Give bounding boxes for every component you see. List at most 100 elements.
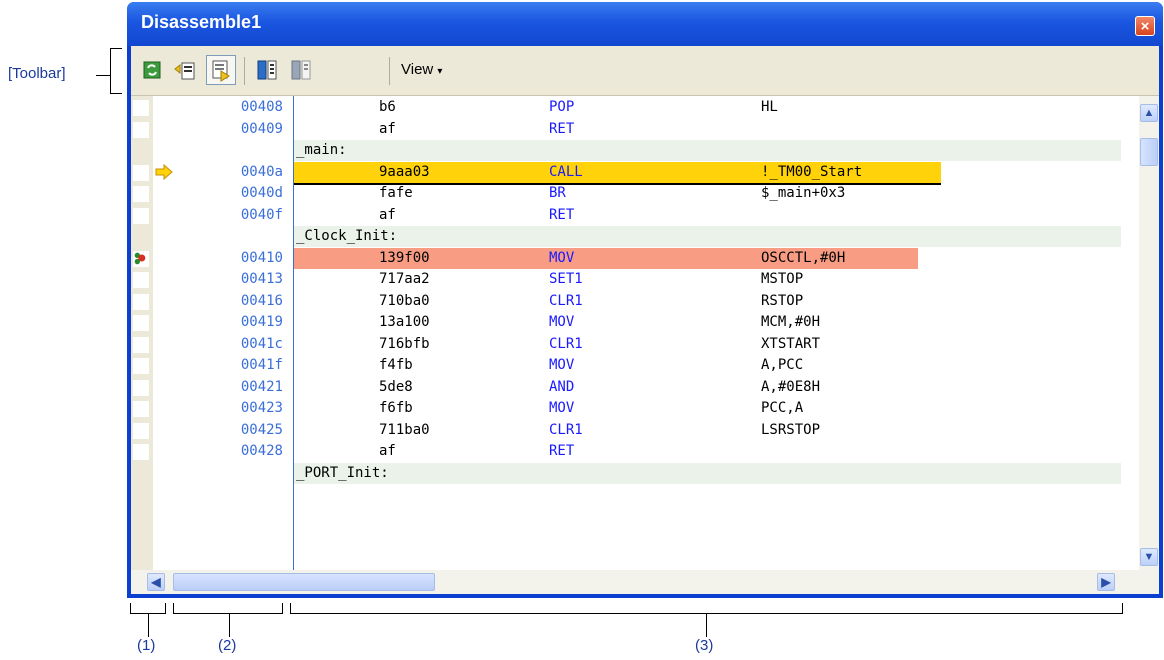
instruction-bytes: 13a100 xyxy=(379,314,430,330)
breakpoint-cell[interactable] xyxy=(133,207,149,224)
breakpoint-cell[interactable] xyxy=(133,315,149,331)
instruction-bytes: fafe xyxy=(379,185,413,201)
step-over-button[interactable] xyxy=(286,55,316,85)
go-to-pc-button[interactable] xyxy=(171,55,201,85)
window-title: Disassemble1 xyxy=(141,12,262,32)
instruction-bytes: af xyxy=(379,443,396,459)
disassembly-row[interactable]: 0040f af RET xyxy=(131,205,1121,226)
step-in-button[interactable] xyxy=(252,55,282,85)
disassembly-row[interactable]: 00410 139f00 MOV OSCCTL,#0H xyxy=(131,247,1121,269)
breakpoint-cell[interactable] xyxy=(133,336,149,353)
breakpoint-cell[interactable] xyxy=(133,272,149,288)
address: 00425 xyxy=(240,421,283,438)
mnemonic: MOV xyxy=(549,249,575,266)
disassembly-row[interactable]: 00421 5de8 AND A,#0E8H xyxy=(131,377,1121,398)
disassembly-row[interactable]: 0040d fafe BR $_main+0x3 xyxy=(131,183,1121,204)
step-over-icon xyxy=(291,60,311,80)
disassembly-row[interactable]: 0041c 716bfb CLR1 XTSTART xyxy=(131,334,1121,355)
mnemonic: AND xyxy=(549,378,575,395)
mnemonic: SET1 xyxy=(549,271,583,287)
mnemonic: CLR1 xyxy=(549,292,583,309)
mnemonic: RET xyxy=(549,443,575,459)
mnemonic: CALL xyxy=(549,163,583,180)
disassembly-row[interactable]: 00413 717aa2 SET1 MSTOP xyxy=(131,269,1121,290)
instruction-bytes: 5de8 xyxy=(379,378,413,395)
display-symbol-button[interactable] xyxy=(206,55,236,85)
instruction-bytes: 9aaa03 xyxy=(379,163,430,180)
close-button[interactable]: × xyxy=(1135,16,1155,36)
disassembly-row[interactable]: 00408 b6 POP HL xyxy=(131,97,1121,118)
instruction-bytes: 717aa2 xyxy=(379,271,430,287)
operand: MCM,#0H xyxy=(761,314,821,330)
go-to-pc-icon xyxy=(174,62,195,80)
horizontal-scroll-thumb[interactable] xyxy=(173,573,435,591)
scroll-up-button[interactable]: ▲ xyxy=(1140,104,1158,122)
address: 0041c xyxy=(240,335,283,352)
breakpoint-cell[interactable] xyxy=(133,164,149,181)
refresh-button[interactable] xyxy=(137,55,167,85)
view-menu-label: View xyxy=(401,61,434,78)
disassembly-row[interactable]: 00409 af RET xyxy=(131,119,1121,140)
breakpoint-cell[interactable] xyxy=(133,379,149,396)
label-row[interactable]: _PORT_Init: xyxy=(294,462,1121,484)
address: 00421 xyxy=(240,378,283,395)
address: 00428 xyxy=(240,443,283,459)
view-menu[interactable]: View ▾ xyxy=(401,61,442,78)
disassembly-row[interactable]: 00419 13a100 MOV MCM,#0H xyxy=(131,312,1121,333)
address: 00409 xyxy=(240,120,283,137)
disassembly-area[interactable]: 00408 b6 POP HL 00409 af RET _main: 0040a 9aaa03 C… xyxy=(131,96,1159,570)
vertical-scroll-thumb[interactable] xyxy=(1140,138,1158,166)
operand: XTSTART xyxy=(761,335,821,352)
breakpoint-cell[interactable] xyxy=(133,444,149,460)
symbol-label: _main: xyxy=(296,142,347,158)
breakpoint-cell[interactable] xyxy=(133,358,149,374)
toolbar-separator xyxy=(244,57,245,85)
area3-annotation: (3) xyxy=(695,637,714,654)
address: 00410 xyxy=(240,249,283,266)
horizontal-scrollbar[interactable]: ◀ ▶ xyxy=(131,570,1159,594)
address: 00416 xyxy=(240,292,283,309)
label-row[interactable]: _Clock_Init: xyxy=(294,226,1121,247)
disassembly-row[interactable]: 00416 710ba0 CLR1 RSTOP xyxy=(131,291,1121,312)
operand: $_main+0x3 xyxy=(761,185,846,201)
scroll-down-button[interactable]: ▼ xyxy=(1140,548,1158,566)
breakpoint-cell[interactable] xyxy=(133,401,149,417)
mnemonic: RET xyxy=(549,120,575,137)
instruction-bytes: af xyxy=(379,120,396,137)
label-row[interactable]: _main: xyxy=(294,140,1121,161)
area2-bracket xyxy=(173,613,283,614)
operand: A,PCC xyxy=(761,357,804,373)
instruction-bytes: 711ba0 xyxy=(379,421,430,438)
title-bar[interactable]: Disassemble1 × xyxy=(127,2,1163,46)
mnemonic: MOV xyxy=(549,357,575,373)
disassembly-row[interactable]: 0040a 9aaa03 CALL !_TM00_Start xyxy=(131,161,1121,185)
breakpoint-cell[interactable] xyxy=(133,121,149,138)
mnemonic: BR xyxy=(549,185,566,201)
display-symbol-icon xyxy=(212,60,230,82)
mnemonic: MOV xyxy=(549,400,575,416)
vertical-scrollbar[interactable]: ▲ ▼ xyxy=(1139,96,1159,570)
scroll-left-button[interactable]: ◀ xyxy=(147,573,165,591)
mnemonic: CLR1 xyxy=(549,421,583,438)
address: 0040d xyxy=(240,185,283,201)
address: 0040a xyxy=(240,163,283,180)
breakpoint-icon[interactable] xyxy=(131,250,149,266)
disassembly-row[interactable]: 00428 af RET xyxy=(131,441,1121,462)
operand: HL xyxy=(761,99,778,115)
operand: !_TM00_Start xyxy=(761,163,863,180)
breakpoint-cell[interactable] xyxy=(133,186,149,202)
disassemble-window: Disassemble1 × View ▾ 00408 b6 POP HL 00… xyxy=(127,2,1163,598)
scroll-right-button[interactable]: ▶ xyxy=(1097,573,1115,591)
operand: A,#0E8H xyxy=(761,378,821,395)
breakpoint-cell[interactable] xyxy=(133,293,149,310)
mnemonic: CLR1 xyxy=(549,335,583,352)
disassembly-row[interactable]: 0041f f4fb MOV A,PCC xyxy=(131,355,1121,376)
breakpoint-cell[interactable] xyxy=(133,422,149,439)
breakpoint-cell[interactable] xyxy=(133,100,149,116)
address: 00413 xyxy=(240,271,283,287)
operand: LSRSTOP xyxy=(761,421,821,438)
disassembly-row[interactable]: 00425 711ba0 CLR1 LSRSTOP xyxy=(131,420,1121,441)
disassembly-row[interactable]: 00423 f6fb MOV PCC,A xyxy=(131,398,1121,419)
instruction-bytes: 716bfb xyxy=(379,335,430,352)
toolbar: View ▾ xyxy=(131,46,1159,96)
